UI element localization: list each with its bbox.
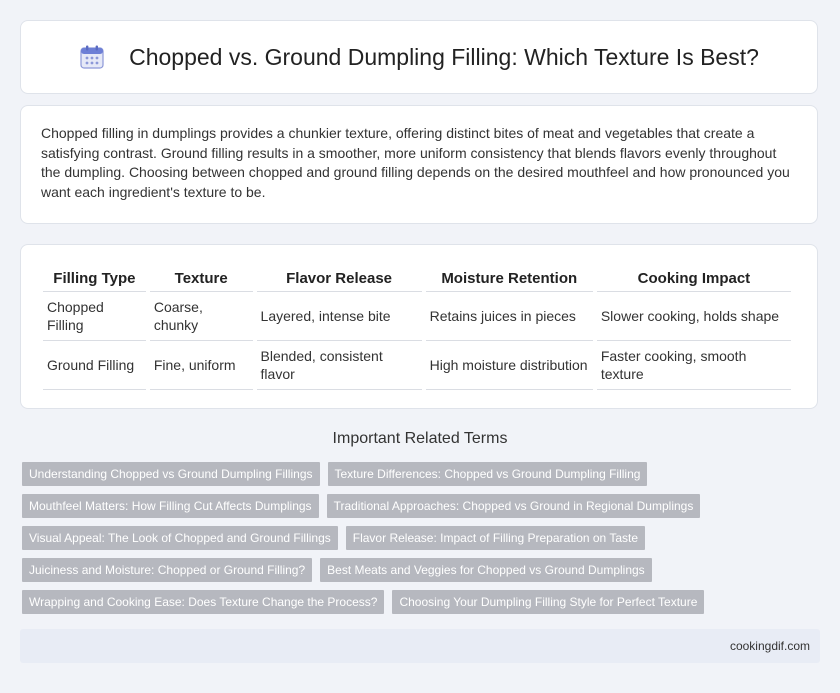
related-term-link[interactable]: Juiciness and Moisture: Chopped or Groun… xyxy=(22,558,313,582)
comparison-table-card: Filling Type Texture Flavor Release Mois… xyxy=(20,244,818,409)
calendar-icon xyxy=(80,45,104,69)
related-term-link[interactable]: Traditional Approaches: Chopped vs Groun… xyxy=(326,494,701,518)
related-terms-heading: Important Related Terms xyxy=(332,430,508,447)
related-terms-list: Understanding Chopped vs Ground Dumpling… xyxy=(22,462,812,622)
related-term-link[interactable]: Flavor Release: Impact of Filling Prepar… xyxy=(345,526,646,550)
table-cell: High moisture distribution xyxy=(425,341,593,390)
tag-row: Mouthfeel Matters: How Filling Cut Affec… xyxy=(22,494,812,518)
comparison-table: Filling Type Texture Flavor Release Mois… xyxy=(39,265,795,390)
related-term-link[interactable]: Wrapping and Cooking Ease: Does Texture … xyxy=(22,590,385,614)
table-row: Chopped Filling Coarse, chunky Layered, … xyxy=(43,292,791,341)
column-header: Flavor Release xyxy=(256,265,422,292)
table-row: Ground Filling Fine, uniform Blended, co… xyxy=(43,341,791,390)
related-term-link[interactable]: Best Meats and Veggies for Chopped vs Gr… xyxy=(320,558,652,582)
tag-row: Wrapping and Cooking Ease: Does Texture … xyxy=(22,590,812,614)
table-cell: Layered, intense bite xyxy=(256,292,422,341)
table-cell: Blended, consistent flavor xyxy=(256,341,422,390)
intro-card: Chopped filling in dumplings provides a … xyxy=(20,105,818,224)
related-term-link[interactable]: Visual Appeal: The Look of Chopped and G… xyxy=(22,526,338,550)
intro-text: Chopped filling in dumplings provides a … xyxy=(41,125,790,200)
table-cell: Fine, uniform xyxy=(149,341,253,390)
table-cell: Slower cooking, holds shape xyxy=(596,292,791,341)
related-term-link[interactable]: Mouthfeel Matters: How Filling Cut Affec… xyxy=(22,494,319,518)
table-cell: Ground Filling xyxy=(43,341,146,390)
footer-site-link[interactable]: cookingdif.com xyxy=(730,639,810,653)
tag-row: Juiciness and Moisture: Chopped or Groun… xyxy=(22,558,812,582)
footer: cookingdif.com xyxy=(20,629,820,663)
table-cell: Chopped Filling xyxy=(43,292,146,341)
page-title: Chopped vs. Ground Dumpling Filling: Whi… xyxy=(129,43,759,70)
column-header: Moisture Retention xyxy=(425,265,593,292)
column-header: Filling Type xyxy=(43,265,146,292)
column-header: Cooking Impact xyxy=(596,265,791,292)
column-header: Texture xyxy=(149,265,253,292)
table-cell: Faster cooking, smooth texture xyxy=(596,341,791,390)
table-cell: Coarse, chunky xyxy=(149,292,253,341)
related-term-link[interactable]: Choosing Your Dumpling Filling Style for… xyxy=(392,590,705,614)
title-card: Chopped vs. Ground Dumpling Filling: Whi… xyxy=(20,20,818,94)
tag-row: Visual Appeal: The Look of Chopped and G… xyxy=(22,526,812,550)
related-term-link[interactable]: Texture Differences: Chopped vs Ground D… xyxy=(327,462,648,486)
tag-row: Understanding Chopped vs Ground Dumpling… xyxy=(22,462,812,486)
related-term-link[interactable]: Understanding Chopped vs Ground Dumpling… xyxy=(22,462,320,486)
table-cell: Retains juices in pieces xyxy=(425,292,593,341)
table-header-row: Filling Type Texture Flavor Release Mois… xyxy=(43,265,791,292)
